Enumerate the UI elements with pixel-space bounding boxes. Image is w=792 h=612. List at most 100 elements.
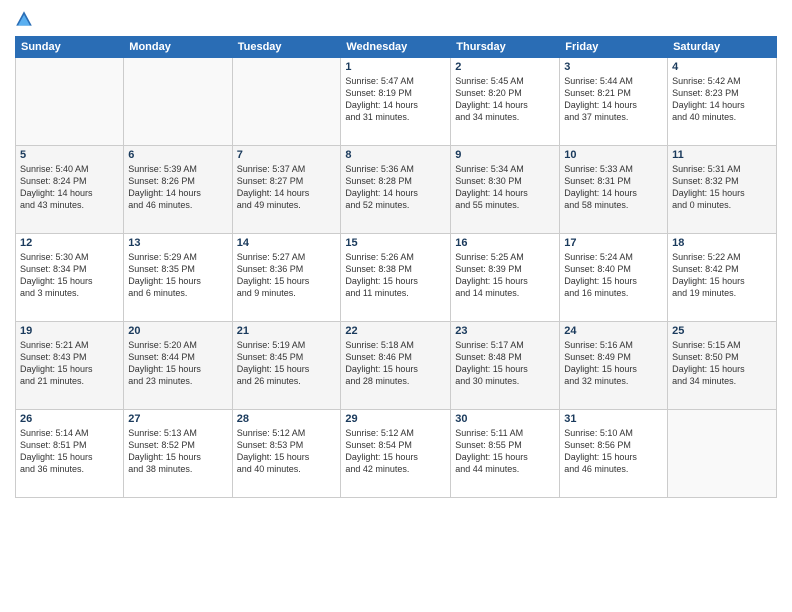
day-info: Sunrise: 5:12 AMSunset: 8:54 PMDaylight:… (345, 427, 446, 476)
calendar-cell: 5 Sunrise: 5:40 AMSunset: 8:24 PMDaylight… (16, 146, 124, 234)
weekday-header-wednesday: Wednesday (341, 37, 451, 58)
day-info: Sunrise: 5:20 AMSunset: 8:44 PMDaylight:… (128, 339, 227, 388)
day-info: Sunrise: 5:39 AMSunset: 8:26 PMDaylight:… (128, 163, 227, 212)
day-info: Sunrise: 5:29 AMSunset: 8:35 PMDaylight:… (128, 251, 227, 300)
day-info: Sunrise: 5:25 AMSunset: 8:39 PMDaylight:… (455, 251, 555, 300)
calendar-cell: 25 Sunrise: 5:15 AMSunset: 8:50 PMDayligh… (668, 322, 777, 410)
calendar-cell: 2Sunrise: 5:45 AMSunset: 8:20 PMDaylight… (451, 58, 560, 146)
weekday-header-row: SundayMondayTuesdayWednesdayThursdayFrid… (16, 37, 777, 58)
day-info: Sunrise: 5:26 AMSunset: 8:38 PMDaylight:… (345, 251, 446, 300)
calendar-cell: 27Sunrise: 5:13 AMSunset: 8:52 PMDayligh… (124, 410, 232, 498)
calendar-cell: 28 Sunrise: 5:12 AMSunset: 8:53 PMDayligh… (232, 410, 341, 498)
day-info: Sunrise: 5:19 AMSunset: 8:45 PMDaylight:… (237, 339, 337, 388)
calendar-cell: 6Sunrise: 5:39 AMSunset: 8:26 PMDaylight… (124, 146, 232, 234)
calendar-cell: 20 Sunrise: 5:20 AMSunset: 8:44 PMDayligh… (124, 322, 232, 410)
calendar-week-row: 5 Sunrise: 5:40 AMSunset: 8:24 PMDaylight… (16, 146, 777, 234)
day-number: 13 (128, 237, 227, 249)
day-number: 25 (672, 325, 772, 337)
day-number: 2 (455, 61, 555, 73)
day-info: Sunrise: 5:47 AMSunset: 8:19 PMDaylight:… (345, 75, 446, 124)
calendar-cell: 31 Sunrise: 5:10 AMSunset: 8:56 PMDayligh… (560, 410, 668, 498)
day-info: Sunrise: 5:18 AMSunset: 8:46 PMDaylight:… (345, 339, 446, 388)
day-number: 3 (564, 61, 663, 73)
day-info: Sunrise: 5:42 AMSunset: 8:23 PMDaylight:… (672, 75, 772, 124)
calendar-cell: 21Sunrise: 5:19 AMSunset: 8:45 PMDayligh… (232, 322, 341, 410)
header (15, 10, 777, 28)
calendar-cell (232, 58, 341, 146)
day-number: 12 (20, 237, 119, 249)
weekday-header-thursday: Thursday (451, 37, 560, 58)
day-info: Sunrise: 5:37 AMSunset: 8:27 PMDaylight:… (237, 163, 337, 212)
calendar-week-row: 12Sunrise: 5:30 AMSunset: 8:34 PMDayligh… (16, 234, 777, 322)
calendar-cell: 9 Sunrise: 5:34 AMSunset: 8:30 PMDaylight… (451, 146, 560, 234)
day-info: Sunrise: 5:31 AMSunset: 8:32 PMDaylight:… (672, 163, 772, 212)
calendar-cell: 8 Sunrise: 5:36 AMSunset: 8:28 PMDaylight… (341, 146, 451, 234)
day-info: Sunrise: 5:14 AMSunset: 8:51 PMDaylight:… (20, 427, 119, 476)
calendar-cell: 29 Sunrise: 5:12 AMSunset: 8:54 PMDayligh… (341, 410, 451, 498)
calendar-week-row: 19 Sunrise: 5:21 AMSunset: 8:43 PMDayligh… (16, 322, 777, 410)
calendar-cell: 24 Sunrise: 5:16 AMSunset: 8:49 PMDayligh… (560, 322, 668, 410)
day-number: 9 (455, 149, 555, 161)
calendar-cell (16, 58, 124, 146)
day-number: 22 (345, 325, 446, 337)
day-info: Sunrise: 5:16 AMSunset: 8:49 PMDaylight:… (564, 339, 663, 388)
calendar-cell: 4 Sunrise: 5:42 AMSunset: 8:23 PMDaylight… (668, 58, 777, 146)
day-number: 8 (345, 149, 446, 161)
day-number: 10 (564, 149, 663, 161)
day-number: 17 (564, 237, 663, 249)
day-number: 30 (455, 413, 555, 425)
calendar-cell: 23Sunrise: 5:17 AMSunset: 8:48 PMDayligh… (451, 322, 560, 410)
calendar-cell: 15 Sunrise: 5:26 AMSunset: 8:38 PMDayligh… (341, 234, 451, 322)
calendar-cell: 14Sunrise: 5:27 AMSunset: 8:36 PMDayligh… (232, 234, 341, 322)
day-info: Sunrise: 5:36 AMSunset: 8:28 PMDaylight:… (345, 163, 446, 212)
day-info: Sunrise: 5:10 AMSunset: 8:56 PMDaylight:… (564, 427, 663, 476)
calendar-cell: 19 Sunrise: 5:21 AMSunset: 8:43 PMDayligh… (16, 322, 124, 410)
day-info: Sunrise: 5:15 AMSunset: 8:50 PMDaylight:… (672, 339, 772, 388)
calendar-table: SundayMondayTuesdayWednesdayThursdayFrid… (15, 36, 777, 498)
weekday-header-friday: Friday (560, 37, 668, 58)
calendar-cell: 16Sunrise: 5:25 AMSunset: 8:39 PMDayligh… (451, 234, 560, 322)
day-info: Sunrise: 5:34 AMSunset: 8:30 PMDaylight:… (455, 163, 555, 212)
day-number: 14 (237, 237, 337, 249)
day-number: 19 (20, 325, 119, 337)
day-number: 27 (128, 413, 227, 425)
calendar-cell: 17 Sunrise: 5:24 AMSunset: 8:40 PMDayligh… (560, 234, 668, 322)
calendar-cell (668, 410, 777, 498)
page: SundayMondayTuesdayWednesdayThursdayFrid… (0, 0, 792, 508)
calendar-week-row: 1Sunrise: 5:47 AMSunset: 8:19 PMDaylight… (16, 58, 777, 146)
weekday-header-monday: Monday (124, 37, 232, 58)
calendar-cell: 11 Sunrise: 5:31 AMSunset: 8:32 PMDayligh… (668, 146, 777, 234)
day-number: 18 (672, 237, 772, 249)
calendar-cell (124, 58, 232, 146)
logo (15, 10, 35, 28)
day-number: 4 (672, 61, 772, 73)
day-number: 28 (237, 413, 337, 425)
calendar-cell: 7 Sunrise: 5:37 AMSunset: 8:27 PMDaylight… (232, 146, 341, 234)
day-number: 5 (20, 149, 119, 161)
day-number: 15 (345, 237, 446, 249)
calendar-cell: 3 Sunrise: 5:44 AMSunset: 8:21 PMDaylight… (560, 58, 668, 146)
calendar-cell: 22 Sunrise: 5:18 AMSunset: 8:46 PMDayligh… (341, 322, 451, 410)
day-number: 31 (564, 413, 663, 425)
day-number: 23 (455, 325, 555, 337)
weekday-header-tuesday: Tuesday (232, 37, 341, 58)
day-info: Sunrise: 5:12 AMSunset: 8:53 PMDaylight:… (237, 427, 337, 476)
day-number: 29 (345, 413, 446, 425)
day-number: 24 (564, 325, 663, 337)
weekday-header-saturday: Saturday (668, 37, 777, 58)
day-number: 20 (128, 325, 227, 337)
day-number: 7 (237, 149, 337, 161)
calendar-cell: 18Sunrise: 5:22 AMSunset: 8:42 PMDayligh… (668, 234, 777, 322)
calendar-cell: 12Sunrise: 5:30 AMSunset: 8:34 PMDayligh… (16, 234, 124, 322)
day-info: Sunrise: 5:44 AMSunset: 8:21 PMDaylight:… (564, 75, 663, 124)
day-number: 11 (672, 149, 772, 161)
calendar-cell: 26Sunrise: 5:14 AMSunset: 8:51 PMDayligh… (16, 410, 124, 498)
day-info: Sunrise: 5:11 AMSunset: 8:55 PMDaylight:… (455, 427, 555, 476)
day-info: Sunrise: 5:24 AMSunset: 8:40 PMDaylight:… (564, 251, 663, 300)
calendar-week-row: 26Sunrise: 5:14 AMSunset: 8:51 PMDayligh… (16, 410, 777, 498)
calendar-cell: 30 Sunrise: 5:11 AMSunset: 8:55 PMDayligh… (451, 410, 560, 498)
day-info: Sunrise: 5:40 AMSunset: 8:24 PMDaylight:… (20, 163, 119, 212)
day-info: Sunrise: 5:33 AMSunset: 8:31 PMDaylight:… (564, 163, 663, 212)
calendar-cell: 10 Sunrise: 5:33 AMSunset: 8:31 PMDayligh… (560, 146, 668, 234)
day-info: Sunrise: 5:21 AMSunset: 8:43 PMDaylight:… (20, 339, 119, 388)
